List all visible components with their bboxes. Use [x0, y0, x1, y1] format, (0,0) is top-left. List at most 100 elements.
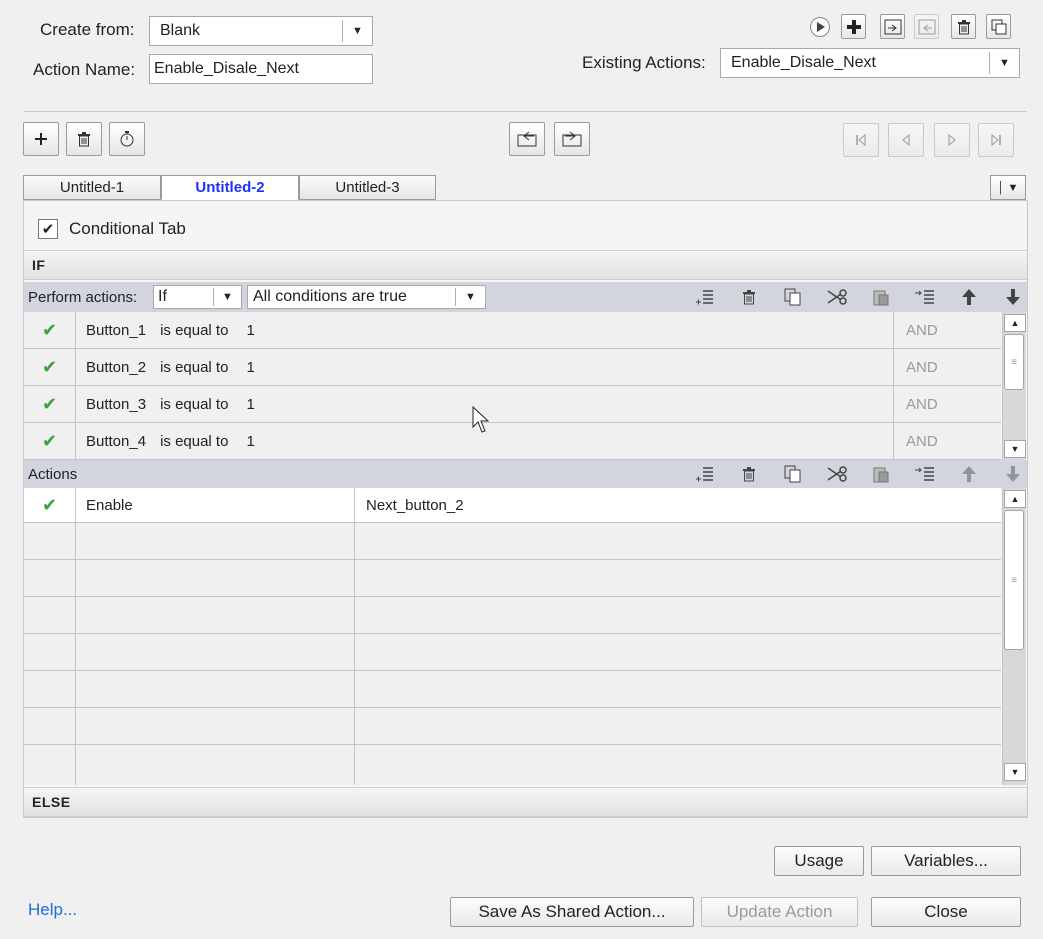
table-row[interactable] [24, 634, 1001, 671]
checkmark-icon: ✔ [24, 423, 76, 459]
table-row[interactable]: ✔ Button_1 is equal to 1 AND [24, 312, 1001, 349]
perform-actions-label: Perform actions: [28, 288, 138, 306]
action-name-input[interactable]: Enable_Disale_Next [149, 54, 373, 84]
save-shared-action-button[interactable]: Save As Shared Action... [450, 897, 694, 927]
scroll-thumb[interactable]: ≡ [1004, 510, 1024, 650]
preview-play-button[interactable] [806, 13, 833, 40]
actions-label: Actions [28, 465, 78, 483]
trash-icon[interactable] [732, 284, 766, 310]
move-decision-left-button[interactable] [509, 122, 545, 156]
condition-operator: is equal to [160, 358, 229, 376]
table-row[interactable] [24, 523, 1001, 560]
previous-decision-button[interactable] [888, 123, 924, 157]
scroll-up-icon[interactable]: ▲ [1004, 314, 1026, 332]
move-left-icon [517, 131, 537, 147]
scroll-up-icon[interactable]: ▲ [1004, 490, 1026, 508]
table-row[interactable] [24, 745, 1001, 785]
mouse-cursor-icon [472, 406, 490, 433]
copy-icon[interactable] [776, 461, 810, 487]
table-row[interactable]: ✔ Button_3 is equal to 1 AND [24, 386, 1001, 423]
action-target[interactable]: Next_button_2 [355, 488, 1001, 522]
variables-button[interactable]: Variables... [871, 846, 1021, 876]
add-action-button[interactable] [841, 14, 866, 39]
condition-logic[interactable]: AND [894, 423, 1001, 459]
first-decision-button[interactable] [843, 123, 879, 157]
usage-button[interactable]: Usage [774, 846, 864, 876]
scroll-thumb[interactable]: ≡ [1004, 334, 1024, 390]
conditions-dropdown[interactable]: All conditions are true ▼ [247, 285, 486, 309]
paste-icon[interactable] [864, 461, 898, 487]
conditions-value: All conditions are true [253, 288, 407, 305]
create-from-value: Blank [160, 22, 201, 39]
first-icon [856, 133, 866, 147]
existing-actions-value: Enable_Disale_Next [731, 54, 876, 71]
existing-actions-label: Existing Actions: [582, 53, 706, 72]
tab-untitled-1[interactable]: Untitled-1 [23, 175, 161, 200]
help-link[interactable]: Help... [28, 900, 77, 920]
next-decision-button[interactable] [934, 123, 970, 157]
condition-logic[interactable]: AND [894, 349, 1001, 385]
import-action-button[interactable] [880, 14, 905, 39]
trash-icon[interactable] [732, 461, 766, 487]
clone-icon [120, 131, 134, 147]
condition-logic[interactable]: AND [894, 386, 1001, 422]
action-command[interactable]: Enable [76, 488, 355, 522]
table-row[interactable] [24, 671, 1001, 708]
else-section-header[interactable]: ELSE [24, 787, 1027, 817]
move-up-icon[interactable] [952, 461, 986, 487]
delete-decision-button[interactable] [66, 122, 102, 156]
condition-toolbar [688, 284, 1030, 310]
tabs-menu-button[interactable]: │ ▼ [990, 175, 1026, 200]
condition-logic[interactable]: AND [894, 312, 1001, 348]
table-row[interactable]: ✔ Button_2 is equal to 1 AND [24, 349, 1001, 386]
perform-if-dropdown[interactable]: If ▼ [153, 285, 242, 309]
condition-value: 1 [246, 321, 255, 339]
move-decision-right-button[interactable] [554, 122, 590, 156]
create-from-dropdown[interactable]: Blank ▼ [149, 16, 373, 46]
close-button[interactable]: Close [871, 897, 1021, 927]
insert-after-icon[interactable] [908, 461, 942, 487]
cut-icon[interactable] [820, 461, 854, 487]
play-icon [809, 16, 830, 37]
header-divider [24, 111, 1027, 112]
condition-value: 1 [246, 358, 255, 376]
move-down-icon[interactable] [996, 461, 1030, 487]
table-row[interactable] [24, 708, 1001, 745]
condition-variable: Button_2 [86, 358, 147, 376]
checkmark-icon: ✔ [24, 349, 76, 385]
last-decision-button[interactable] [978, 123, 1014, 157]
scroll-down-icon[interactable]: ▼ [1004, 440, 1026, 458]
duplicate-icon [991, 19, 1006, 34]
delete-action-button[interactable] [951, 14, 976, 39]
add-decision-button[interactable] [23, 122, 59, 156]
actions-scrollbar[interactable]: ▲ ≡ ▼ [1002, 488, 1026, 785]
move-down-icon[interactable] [996, 284, 1030, 310]
scroll-down-icon[interactable]: ▼ [1004, 763, 1026, 781]
insert-row-icon[interactable] [688, 284, 722, 310]
insert-after-icon[interactable] [908, 284, 942, 310]
move-up-icon[interactable] [952, 284, 986, 310]
duplicate-action-button[interactable] [986, 14, 1011, 39]
update-action-button[interactable]: Update Action [701, 897, 858, 927]
tab-untitled-2[interactable]: Untitled-2 [161, 175, 299, 200]
copy-icon[interactable] [776, 284, 810, 310]
checkmark-icon: ✔ [24, 386, 76, 422]
insert-row-icon[interactable] [688, 461, 722, 487]
plus-icon [846, 19, 861, 34]
tab-untitled-3[interactable]: Untitled-3 [299, 175, 436, 200]
cut-icon[interactable] [820, 284, 854, 310]
next-icon [948, 133, 956, 147]
existing-actions-dropdown[interactable]: Enable_Disale_Next ▼ [720, 48, 1020, 78]
table-row[interactable] [24, 560, 1001, 597]
conditions-scrollbar[interactable]: ▲ ≡ ▼ [1002, 312, 1026, 460]
table-row[interactable]: ✔ Button_4 is equal to 1 AND [24, 423, 1001, 460]
export-icon [918, 19, 935, 34]
copy-decision-button[interactable] [109, 122, 145, 156]
table-row[interactable] [24, 597, 1001, 634]
conditional-tab-checkbox[interactable]: ✔ [38, 219, 58, 239]
export-action-button[interactable] [914, 14, 939, 39]
paste-icon[interactable] [864, 284, 898, 310]
table-row[interactable]: ✔ Enable Next_button_2 [24, 488, 1001, 523]
chevron-down-icon: │ ▼ [997, 181, 1019, 194]
actions-list: ✔ Enable Next_button_2 [24, 488, 1001, 785]
